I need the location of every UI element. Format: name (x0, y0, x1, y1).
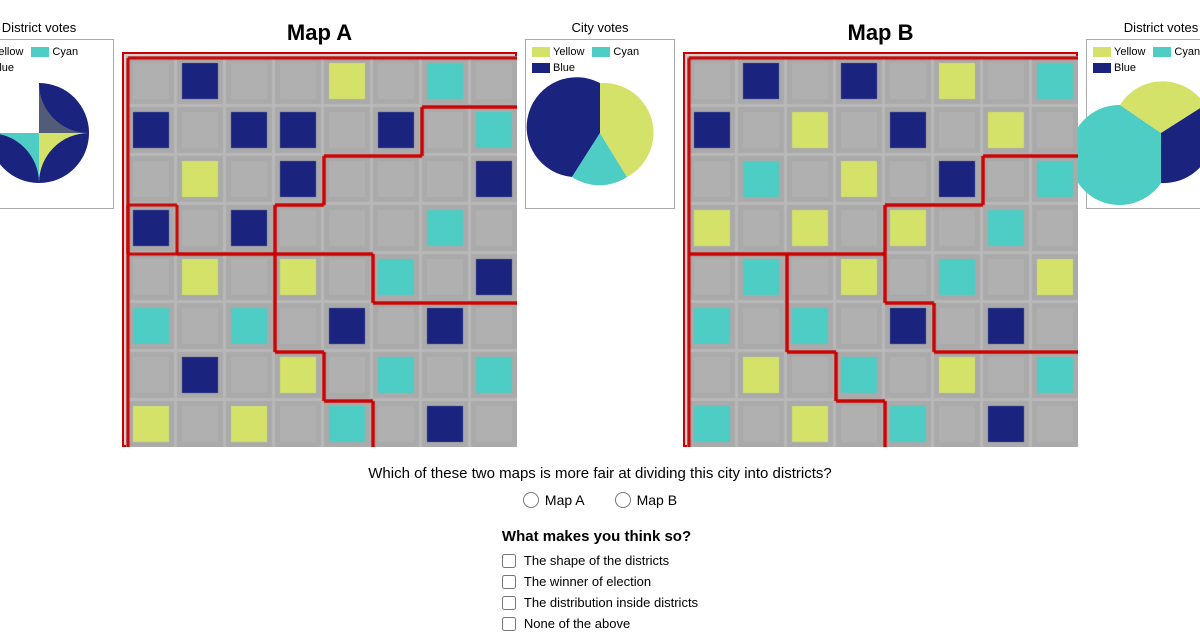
followup-title: What makes you think so? (502, 528, 698, 545)
legend-color-blue-city (532, 63, 550, 73)
map-b-pie-box: Yellow Cyan Blue (1086, 39, 1200, 209)
checkbox-shape-text: The shape of the districts (524, 553, 669, 568)
radio-map-a[interactable] (523, 492, 539, 508)
city-pie-box: Yellow Cyan Blue (525, 39, 675, 209)
checkbox-winner-label[interactable]: The winner of election (502, 574, 698, 589)
map-b-pie-title: District votes (1124, 20, 1198, 35)
map-b-legend: Yellow Cyan Blue (1093, 46, 1200, 74)
legend-color-blue-b (1093, 63, 1111, 73)
legend-blue-a: Blue (0, 62, 14, 74)
map-b-title: Map B (848, 20, 914, 46)
map-b-district-votes: District votes Yellow Cyan Blue (1086, 20, 1200, 209)
legend-color-cyan-a (31, 47, 49, 57)
radio-map-b[interactable] (615, 492, 631, 508)
legend-label-blue-b: Blue (1114, 62, 1136, 74)
checkbox-shape[interactable] (502, 554, 516, 568)
legend-label-blue-city: Blue (553, 62, 575, 74)
city-pie-chart (545, 78, 655, 188)
map-b-pie-chart (1106, 78, 1200, 188)
city-votes-section: City votes Yellow Cyan Blue (525, 20, 675, 209)
map-b-canvas (687, 56, 1078, 447)
legend-cyan-a: Cyan (31, 46, 78, 58)
legend-label-blue-a: Blue (0, 62, 14, 74)
legend-cyan-b: Cyan (1153, 46, 1200, 58)
radio-map-b-text: Map B (637, 492, 677, 508)
checkbox-winner[interactable] (502, 575, 516, 589)
legend-label-cyan-a: Cyan (52, 46, 78, 58)
checkbox-shape-label[interactable]: The shape of the districts (502, 553, 698, 568)
legend-blue-city: Blue (532, 62, 575, 74)
legend-blue-b: Blue (1093, 62, 1136, 74)
map-a-section: Map A (122, 20, 517, 447)
checkbox-distribution-text: The distribution inside districts (524, 595, 698, 610)
checkbox-none-text: None of the above (524, 616, 630, 631)
radio-group: Map A Map B (20, 492, 1180, 508)
checkbox-distribution[interactable] (502, 596, 516, 610)
map-b-section: Map B (683, 20, 1078, 447)
legend-label-cyan-b: Cyan (1174, 46, 1200, 58)
checkbox-winner-text: The winner of election (524, 574, 651, 589)
map-a-district-votes: District votes Yellow Cyan Blue (0, 20, 114, 209)
legend-label-yellow-city: Yellow (553, 46, 584, 58)
legend-color-yellow-city (532, 47, 550, 57)
legend-color-yellow-b (1093, 47, 1111, 57)
map-a-pie-chart (0, 78, 94, 188)
checkbox-none[interactable] (502, 617, 516, 631)
legend-label-yellow-a: Yellow (0, 46, 23, 58)
radio-map-b-label[interactable]: Map B (615, 492, 677, 508)
legend-yellow-b: Yellow (1093, 46, 1145, 58)
map-a-grid-container (122, 52, 517, 447)
map-a-pie-title: District votes (2, 20, 76, 35)
map-a-canvas (126, 56, 517, 447)
legend-yellow-city: Yellow (532, 46, 584, 58)
maps-row: District votes Yellow Cyan Blue (0, 10, 1200, 447)
map-a-pie-box: Yellow Cyan Blue (0, 39, 114, 209)
legend-color-cyan-b (1153, 47, 1171, 57)
checkbox-none-label[interactable]: None of the above (502, 616, 698, 631)
legend-color-cyan-city (592, 47, 610, 57)
legend-label-yellow-b: Yellow (1114, 46, 1145, 58)
city-legend: Yellow Cyan Blue (532, 46, 668, 74)
city-pie-title: City votes (571, 20, 628, 35)
legend-label-cyan-city: Cyan (613, 46, 639, 58)
radio-map-a-text: Map A (545, 492, 585, 508)
radio-map-a-label[interactable]: Map A (523, 492, 585, 508)
question-section: Which of these two maps is more fair at … (0, 465, 1200, 631)
main-container: District votes Yellow Cyan Blue (0, 0, 1200, 641)
map-a-title: Map A (287, 20, 352, 46)
checkbox-group: The shape of the districts The winner of… (502, 553, 698, 631)
legend-cyan-city: Cyan (592, 46, 639, 58)
question-text: Which of these two maps is more fair at … (20, 465, 1180, 482)
legend-yellow-a: Yellow (0, 46, 23, 58)
map-b-grid-container (683, 52, 1078, 447)
checkbox-distribution-label[interactable]: The distribution inside districts (502, 595, 698, 610)
map-a-legend: Yellow Cyan Blue (0, 46, 107, 74)
